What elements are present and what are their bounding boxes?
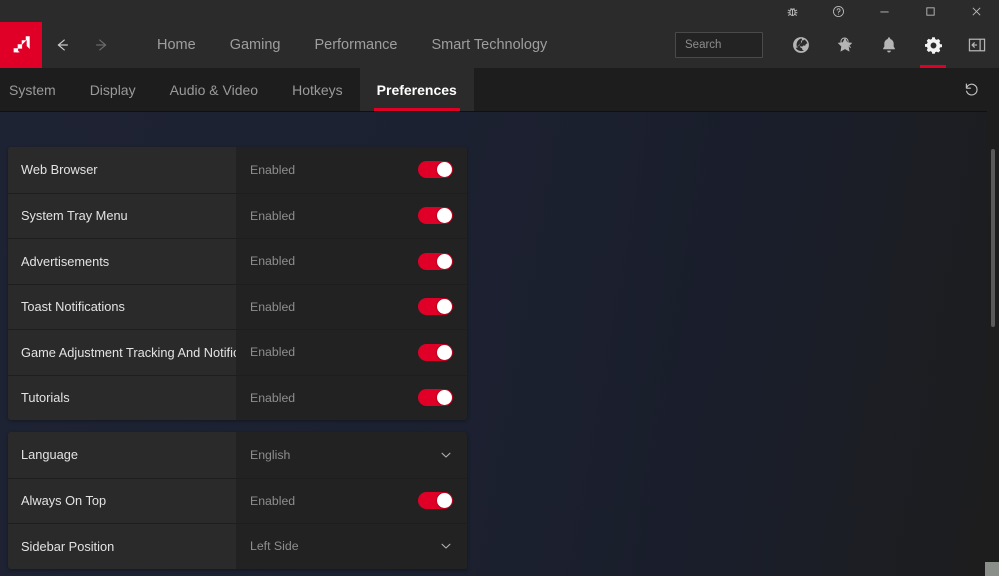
gear-icon[interactable] [911,22,955,68]
resize-grip[interactable] [985,562,999,576]
globe-icon[interactable] [779,22,823,68]
toggle-knob [437,390,452,406]
tab-display[interactable]: Display [73,68,153,111]
row-value[interactable]: Enabled [236,375,467,420]
star-icon[interactable] [823,22,867,68]
sidebar-toggle-icon[interactable] [955,22,999,68]
table-row[interactable]: Language English [8,432,467,478]
search-box[interactable] [675,32,851,58]
help-icon[interactable] [815,0,861,22]
row-value-text: Enabled [250,254,296,269]
row-value-text: Enabled [250,162,296,177]
content-area: Web Browser Enabled System Tray Menu Ena… [0,111,999,576]
minimize-icon[interactable] [861,0,907,22]
tab-preferences[interactable]: Preferences [359,68,474,111]
tab-system[interactable]: System [0,68,73,111]
row-value[interactable]: Enabled [236,147,467,193]
toggle-switch[interactable] [418,207,453,225]
row-value-text: English [250,447,291,462]
preferences-panel: Web Browser Enabled System Tray Menu Ena… [8,147,467,569]
row-value-text: Enabled [250,493,296,508]
bug-report-icon[interactable] [769,0,815,22]
row-value-text: Left Side [250,539,299,554]
row-label: Language [8,432,236,478]
preferences-group-1: Web Browser Enabled System Tray Menu Ena… [8,147,467,420]
table-row[interactable]: Sidebar Position Left Side [8,523,467,569]
preferences-group-2: Language English Always On Top Enabled S… [8,432,467,569]
tab-audio-video[interactable]: Audio & Video [153,68,275,111]
toggle-switch[interactable] [418,492,453,510]
nav-link-performance[interactable]: Performance [297,22,414,68]
maximize-icon[interactable] [907,0,953,22]
reset-icon[interactable] [943,68,999,111]
nav-link-home[interactable]: Home [140,22,213,68]
tab-hotkeys[interactable]: Hotkeys [275,68,360,111]
toggle-switch[interactable] [418,161,453,179]
toggle-knob [437,162,452,178]
chevron-down-icon[interactable] [439,448,453,462]
row-label: System Tray Menu [8,193,236,238]
row-label: Web Browser [8,147,236,193]
close-icon[interactable] [953,0,999,22]
row-label: Tutorials [8,375,236,420]
toggle-knob [437,344,452,360]
table-row[interactable]: Web Browser Enabled [8,147,467,193]
toggle-knob [437,253,452,269]
table-row[interactable]: Game Adjustment Tracking And Notifica...… [8,329,467,375]
row-value[interactable]: Enabled [236,193,467,238]
bell-icon[interactable] [867,22,911,68]
nav-link-gaming[interactable]: Gaming [213,22,298,68]
amd-logo-icon[interactable] [0,22,42,68]
forward-button[interactable] [82,22,122,68]
row-value-text: Enabled [250,208,296,223]
toggle-knob [437,299,452,315]
row-value[interactable]: Enabled [236,330,467,375]
chevron-down-icon[interactable] [439,539,453,553]
table-row[interactable]: Advertisements Enabled [8,238,467,284]
row-value-text: Enabled [250,390,296,405]
table-row[interactable]: Always On Top Enabled [8,477,467,523]
row-label: Advertisements [8,239,236,284]
table-row[interactable]: Toast Notifications Enabled [8,283,467,329]
toggle-knob [437,493,452,509]
toggle-knob [437,208,452,224]
nav-links: Home Gaming Performance Smart Technology [140,22,564,68]
toggle-switch[interactable] [418,389,453,407]
row-value[interactable]: Left Side [236,524,467,569]
radeon-software-window: Home Gaming Performance Smart Technology [0,0,999,576]
toggle-switch[interactable] [418,298,453,316]
toggle-switch[interactable] [418,343,453,361]
row-value-text: Enabled [250,345,296,360]
title-bar [0,0,999,22]
row-label: Sidebar Position [8,524,236,569]
navigation-bar: Home Gaming Performance Smart Technology [0,22,999,68]
row-value[interactable]: English [236,432,467,478]
scrollbar-thumb[interactable] [991,149,995,327]
row-label: Toast Notifications [8,284,236,329]
nav-link-smart-technology[interactable]: Smart Technology [414,22,564,68]
vertical-scrollbar[interactable] [987,111,999,576]
back-button[interactable] [42,22,82,68]
table-row[interactable]: System Tray Menu Enabled [8,192,467,238]
table-row[interactable]: Tutorials Enabled [8,374,467,420]
row-value[interactable]: Enabled [236,284,467,329]
row-label: Always On Top [8,478,236,523]
tab-bar: System Display Audio & Video Hotkeys Pre… [0,68,999,111]
row-value-text: Enabled [250,299,296,314]
row-value[interactable]: Enabled [236,478,467,523]
row-value[interactable]: Enabled [236,239,467,284]
nav-right-tools [675,22,999,68]
row-label: Game Adjustment Tracking And Notifica... [8,330,236,375]
toggle-switch[interactable] [418,252,453,270]
